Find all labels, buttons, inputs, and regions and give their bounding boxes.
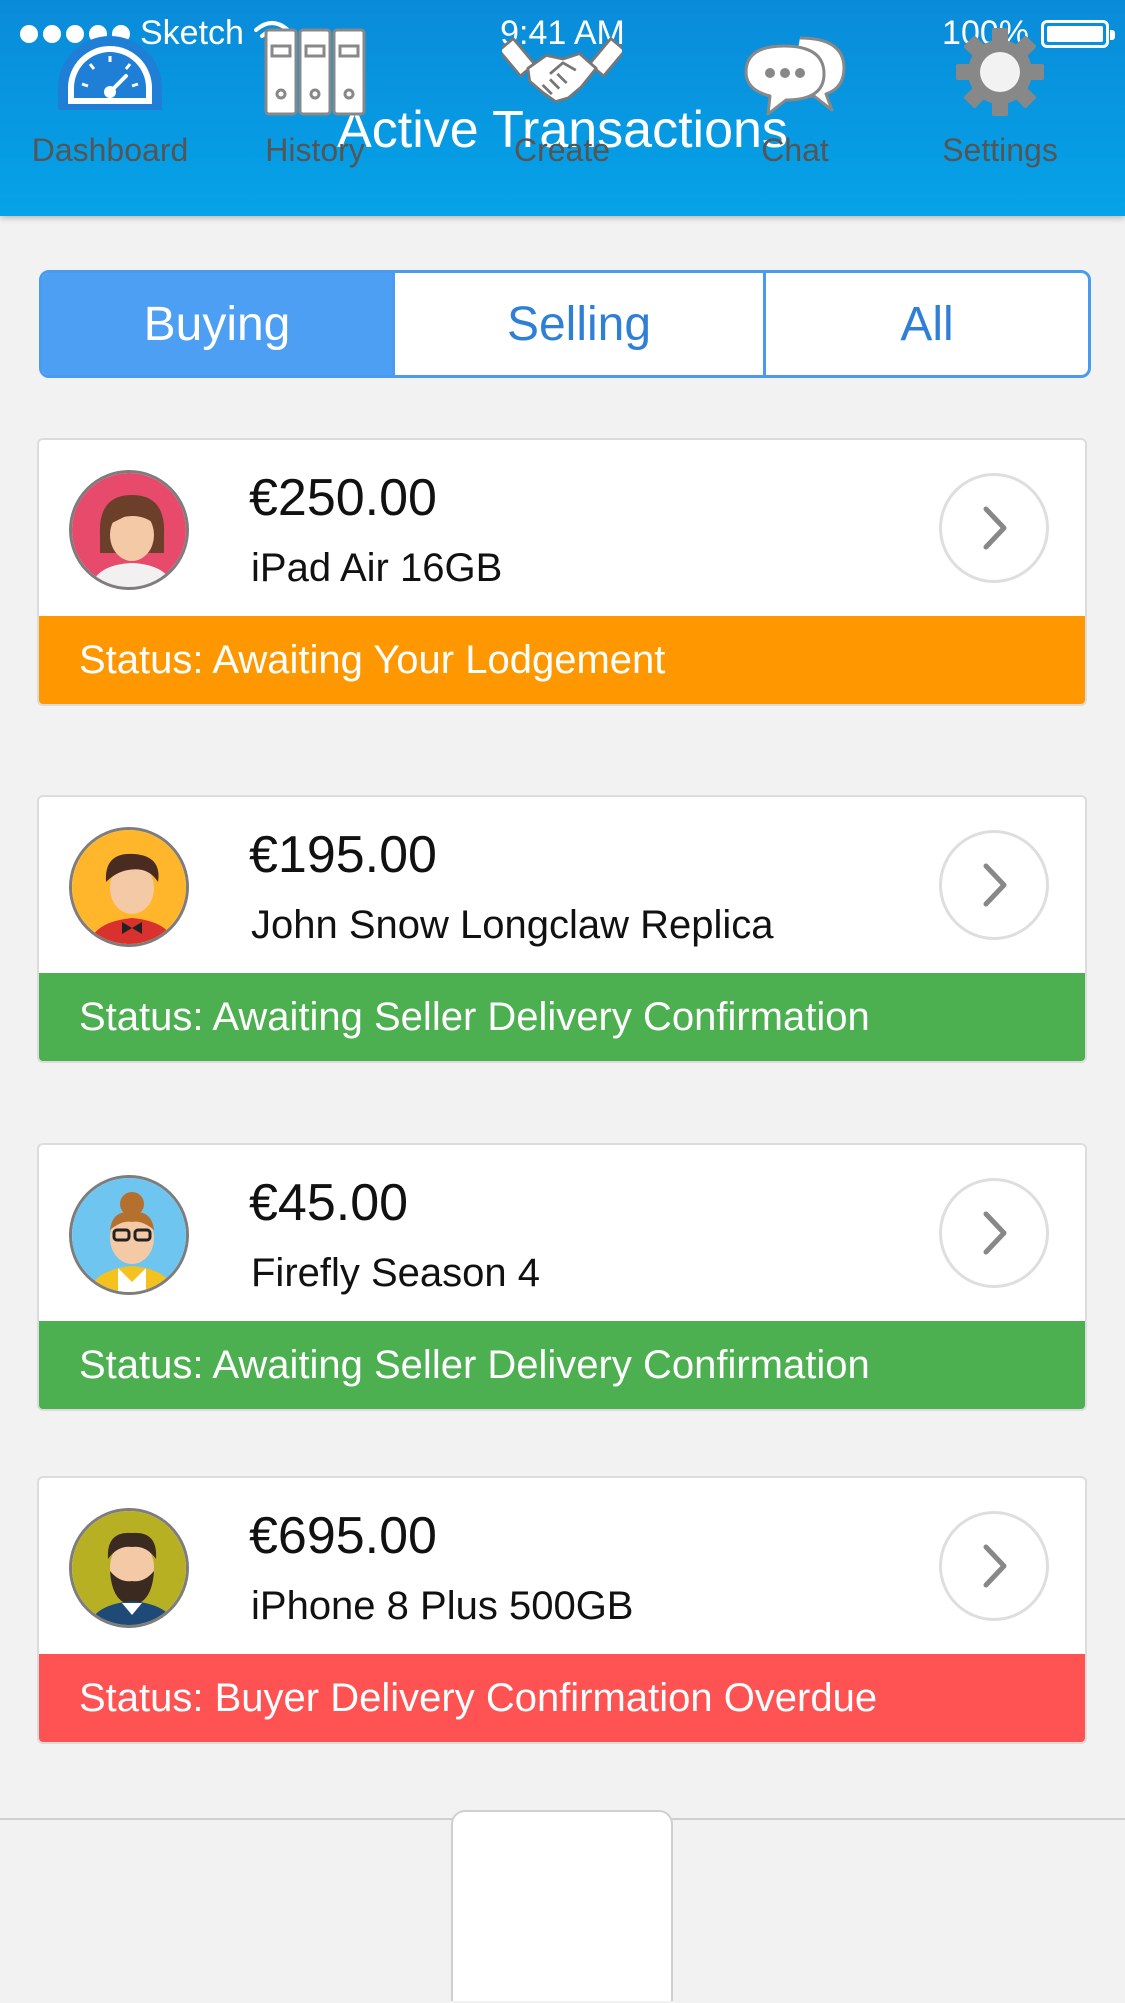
- details-button[interactable]: [939, 1178, 1049, 1288]
- price: €45.00: [249, 1174, 409, 1232]
- tab-history[interactable]: History: [225, 0, 405, 183]
- segment-all[interactable]: All: [763, 273, 1088, 375]
- tab-active-highlight: [451, 1810, 673, 2001]
- tab-label: Chat: [761, 132, 829, 168]
- segment-selling[interactable]: Selling: [392, 273, 763, 375]
- tab-chat[interactable]: Chat: [705, 0, 885, 183]
- tab-label: History: [265, 132, 365, 168]
- status-badge: Status: Awaiting Seller Delivery Confirm…: [39, 1321, 1085, 1409]
- status-badge: Status: Awaiting Your Lodgement: [39, 616, 1085, 704]
- transaction-card[interactable]: €695.00 iPhone 8 Plus 500GB Status: Buye…: [37, 1476, 1087, 1744]
- handshake-icon: [502, 22, 622, 122]
- avatar: [69, 1175, 189, 1295]
- speedometer-icon: [50, 22, 170, 122]
- segment-buying[interactable]: Buying: [42, 273, 392, 375]
- details-button[interactable]: [939, 473, 1049, 583]
- price: €250.00: [249, 469, 437, 527]
- tab-label: Create: [513, 132, 611, 168]
- avatar: [69, 470, 189, 590]
- price: €195.00: [249, 826, 437, 884]
- tab-dashboard[interactable]: Dashboard: [20, 0, 200, 183]
- chevron-right-icon: [983, 1544, 1007, 1588]
- chat-bubbles-icon: [735, 22, 855, 122]
- tab-label: Dashboard: [31, 132, 189, 168]
- avatar: [69, 827, 189, 947]
- status-badge: Status: Buyer Delivery Confirmation Over…: [39, 1654, 1085, 1742]
- gear-icon: [940, 22, 1060, 122]
- chevron-right-icon: [983, 506, 1007, 550]
- avatar: [69, 1508, 189, 1628]
- tab-settings[interactable]: Settings: [910, 0, 1090, 183]
- price: €695.00: [249, 1507, 437, 1565]
- status-badge: Status: Awaiting Seller Delivery Confirm…: [39, 973, 1085, 1061]
- details-button[interactable]: [939, 830, 1049, 940]
- chevron-right-icon: [983, 863, 1007, 907]
- item-name: iPhone 8 Plus 500GB: [251, 1584, 634, 1628]
- segmented-control: Buying Selling All: [39, 270, 1091, 378]
- chevron-right-icon: [983, 1211, 1007, 1255]
- binders-icon: [255, 22, 375, 122]
- item-name: Firefly Season 4: [251, 1251, 541, 1295]
- tab-label: Settings: [942, 132, 1058, 168]
- item-name: John Snow Longclaw Replica: [251, 903, 774, 947]
- details-button[interactable]: [939, 1511, 1049, 1621]
- transaction-card[interactable]: €45.00 Firefly Season 4 Status: Awaiting…: [37, 1143, 1087, 1411]
- transaction-card[interactable]: €250.00 iPad Air 16GB Status: Awaiting Y…: [37, 438, 1087, 706]
- transaction-card[interactable]: €195.00 John Snow Longclaw Replica Statu…: [37, 795, 1087, 1063]
- tab-create[interactable]: Create: [472, 0, 652, 183]
- item-name: iPad Air 16GB: [251, 546, 503, 590]
